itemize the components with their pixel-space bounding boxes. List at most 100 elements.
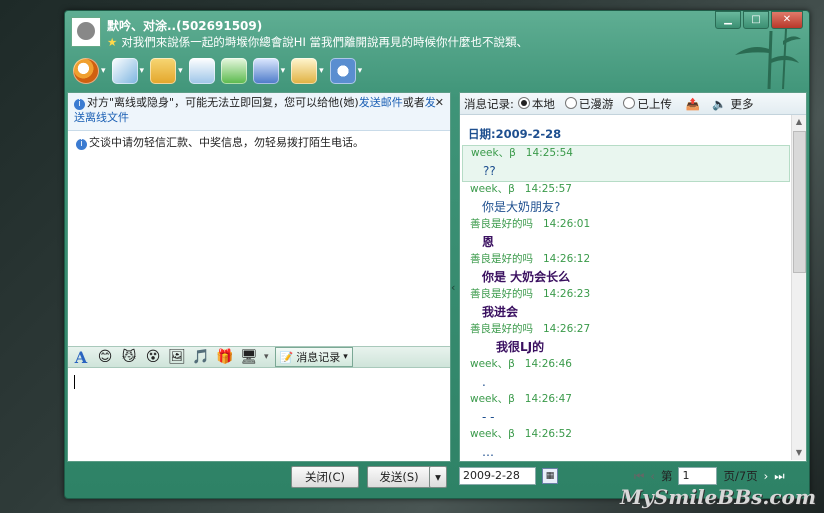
entry-meta: 善良是好的吗 14:26:01	[470, 217, 782, 232]
video-button[interactable]: ▾	[73, 58, 106, 84]
close-button[interactable]: 关闭(C)	[291, 466, 359, 488]
radio-local-label: 本地	[531, 96, 555, 111]
action-bar: 关闭(C) 发送(S) ▾	[67, 463, 449, 489]
history-scrollbar[interactable]: ▲ ▼	[791, 115, 806, 460]
page-total: 页/7页	[723, 469, 758, 483]
radio-uploaded-label: 已上传	[637, 96, 672, 111]
contact-status: ★ 对我們來說係一起的塒堠你總會說HI 當我們離開說再見的時候你什麼也不說類、	[107, 34, 528, 50]
last-page-icon[interactable]: ⏭	[774, 469, 784, 484]
bamboo-decoration-icon	[735, 29, 801, 89]
title-bar[interactable]: 默吟、对涂..(502691509) ★ 对我們來說係一起的塒堠你總會說HI 當我…	[65, 11, 809, 89]
add-app-button[interactable]	[220, 58, 247, 84]
entry-message: …	[482, 445, 494, 459]
history-entry[interactable]: week、β 14:26:47 - -	[462, 392, 790, 427]
contact-card-button[interactable]: ▾	[252, 58, 286, 84]
history-entry[interactable]: week、β 14:25:54??	[462, 145, 790, 182]
entry-time: 14:26:27	[543, 323, 591, 335]
settings-button[interactable]: ▾	[329, 58, 363, 84]
history-entry[interactable]: week、β 14:25:57 你是大奶朋友?	[462, 182, 790, 217]
entry-meta: week、β 14:25:57	[470, 182, 782, 197]
chevron-down-icon[interactable]: ▾	[281, 66, 286, 76]
entry-sender: 善良是好的吗	[470, 218, 533, 230]
screenshot-icon[interactable]: 🖥	[240, 348, 258, 366]
page-input[interactable]: 1	[678, 467, 718, 485]
info-icon: i	[74, 99, 85, 110]
star-icon: ★	[107, 35, 118, 49]
chevron-down-icon[interactable]: ▾	[178, 66, 183, 76]
first-page-icon[interactable]: ⏮	[634, 469, 644, 484]
history-entry[interactable]: 善良是好的吗 14:26:01 恩	[462, 217, 790, 252]
entry-time: 14:26:23	[543, 288, 591, 300]
entry-time: 14:26:52	[524, 428, 572, 440]
chevron-down-icon[interactable]: ▾	[319, 66, 324, 76]
main-toolbar: ▾ ▾ ▾ ▾ ▾ ▾	[73, 57, 362, 85]
entry-message: 你是 大奶会长么	[482, 270, 571, 284]
send-button[interactable]: 发送(S)	[367, 466, 431, 488]
input-toolbar: A 😊 😼 😵 🖼 🎵 🎁 🖥 ▾ 📝 消息记录 ▾	[68, 346, 450, 368]
close-window-button[interactable]: ✕	[771, 11, 803, 29]
chevron-down-icon[interactable]: ▾	[358, 66, 363, 76]
message-record-label: 消息记录	[296, 351, 341, 364]
send-file-button[interactable]: ▾	[150, 58, 183, 84]
history-entry[interactable]: 善良是好的吗 14:26:27 我很LJ的	[462, 322, 790, 357]
user-card-icon	[252, 58, 279, 84]
history-entry[interactable]: 善良是好的吗 14:26:12 你是 大奶会长么	[462, 252, 790, 287]
entry-sender: week、β	[471, 147, 516, 159]
history-entry[interactable]: week、β 14:26:52…	[462, 427, 790, 459]
send-mail-link[interactable]: 发送邮件	[359, 96, 403, 109]
send-options-button[interactable]: ▾	[429, 466, 447, 488]
speaker-icon[interactable]: 🔈	[712, 97, 726, 111]
entry-message: 你是大奶朋友?	[482, 200, 561, 214]
entry-meta: 善良是好的吗 14:26:27	[470, 322, 782, 337]
scroll-thumb[interactable]	[793, 131, 806, 273]
entry-time: 14:26:01	[543, 218, 591, 230]
entry-time: 14:25:54	[525, 147, 573, 159]
more-link[interactable]: 更多	[731, 96, 754, 112]
entry-meta: 善良是好的吗 14:26:12	[470, 252, 782, 267]
image-icon[interactable]: 🖼	[168, 348, 186, 366]
gift-icon[interactable]: 🎁	[216, 348, 234, 366]
chevron-down-icon[interactable]: ▾	[140, 66, 145, 76]
radio-roamed-label: 已漫游	[578, 96, 614, 111]
chevron-down-icon[interactable]: ▾	[264, 352, 269, 362]
scroll-down-icon[interactable]: ▼	[794, 448, 804, 458]
close-icon[interactable]: ✕	[435, 95, 444, 110]
font-icon[interactable]: A	[72, 348, 90, 367]
info-icon: i	[76, 139, 87, 150]
entry-sender: 善良是好的吗	[470, 323, 533, 335]
collapse-panel-icon[interactable]: ‹	[451, 281, 455, 294]
nudge-icon[interactable]: 😵	[144, 348, 162, 366]
folder-icon	[150, 58, 177, 84]
entry-time: 14:26:47	[524, 393, 572, 405]
voice-button[interactable]: ▾	[111, 58, 145, 84]
export-icon[interactable]: 📤	[686, 97, 700, 111]
emoji-icon[interactable]: 😊	[96, 348, 114, 366]
history-label: 消息记录:	[464, 96, 514, 111]
page-label: 第	[660, 469, 673, 483]
date-input[interactable]: 2009-2-28	[459, 467, 536, 485]
radio-uploaded[interactable]: 已上传	[623, 96, 672, 112]
calendar-icon[interactable]: ▦	[542, 468, 558, 484]
prev-page-icon[interactable]: ‹	[650, 469, 655, 483]
magic-emoji-icon[interactable]: 😼	[120, 348, 138, 366]
status-text: 对我們來說係一起的塒堠你總會說HI 當我們離開說再見的時候你什麼也不說類、	[121, 35, 529, 49]
message-input[interactable]	[68, 369, 450, 461]
history-entry[interactable]: week、β 14:26:46.	[462, 357, 790, 392]
notice-or-text: 或者	[402, 96, 425, 109]
minimize-button[interactable]: ▁	[715, 11, 741, 29]
add-icon	[220, 58, 247, 84]
watermark: MySmileBBs.com	[620, 485, 816, 509]
settings-icon	[329, 58, 356, 84]
maximize-button[interactable]: □	[743, 11, 769, 29]
history-entry[interactable]: 善良是好的吗 14:26:23 我进会	[462, 287, 790, 322]
avatar[interactable]	[71, 17, 101, 47]
scroll-up-icon[interactable]: ▲	[794, 117, 804, 127]
music-icon[interactable]: 🎵	[192, 348, 210, 366]
radio-roamed[interactable]: 已漫游	[564, 96, 614, 112]
chevron-down-icon[interactable]: ▾	[101, 66, 106, 76]
message-record-button[interactable]: 📝 消息记录 ▾	[274, 347, 353, 367]
next-page-icon[interactable]: ›	[764, 469, 769, 483]
mail-button[interactable]	[188, 58, 215, 84]
radio-local[interactable]: 本地	[517, 96, 555, 112]
game-button[interactable]: ▾	[291, 58, 324, 84]
